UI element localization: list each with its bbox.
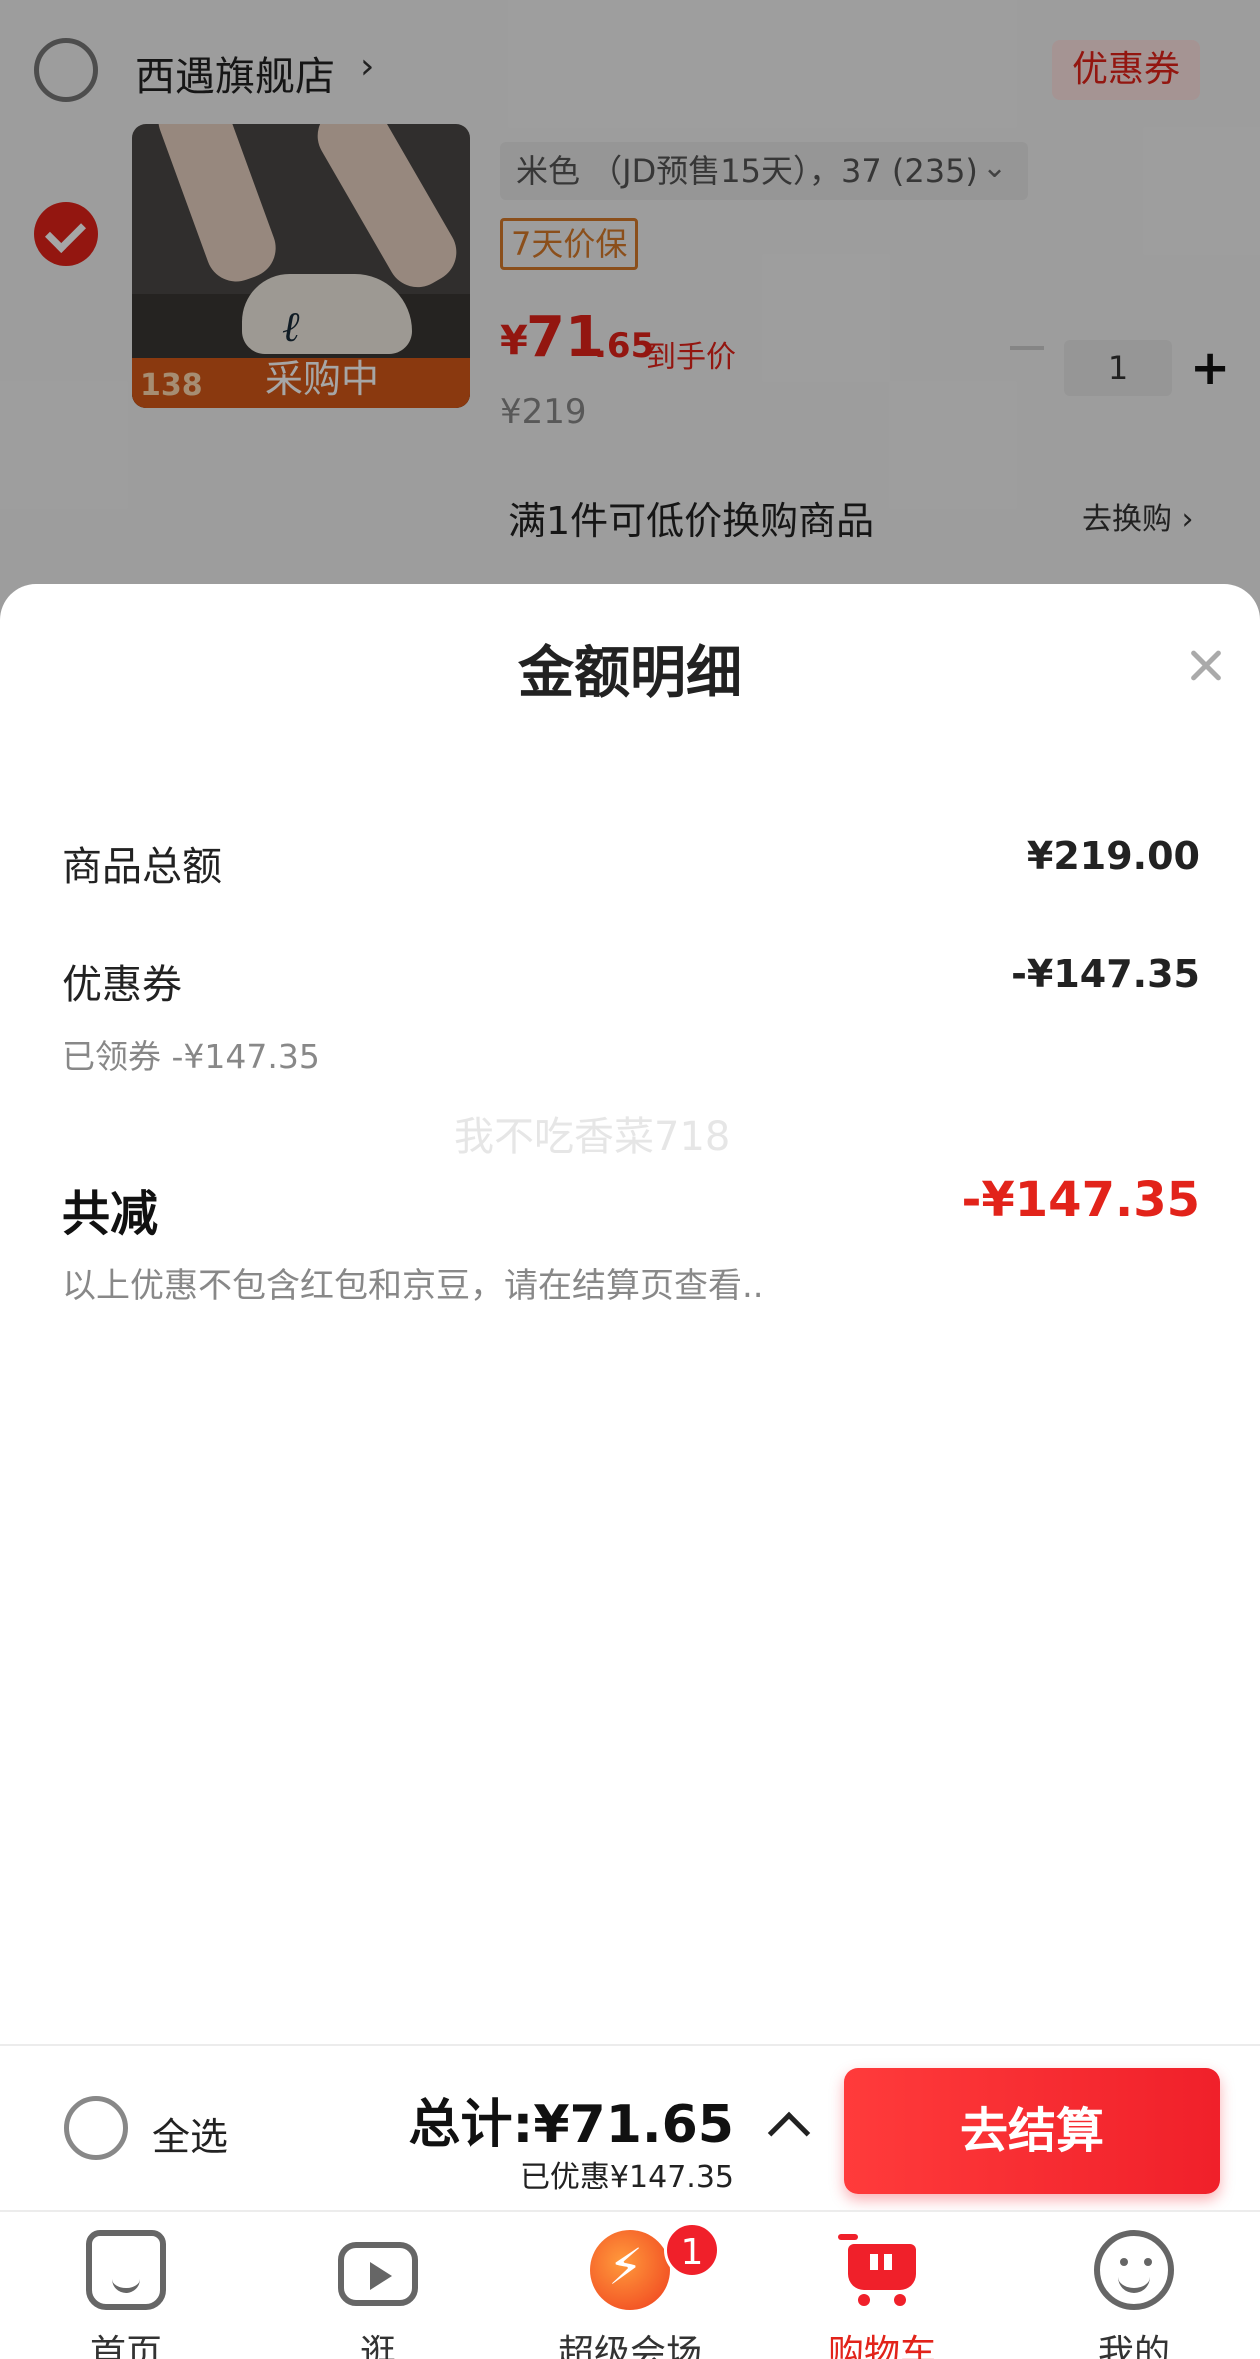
home-icon — [86, 2230, 166, 2310]
profile-icon — [1094, 2230, 1174, 2310]
coupon-sub-detail: 已领券 -¥147.35 — [62, 1037, 320, 1076]
tab-label: 购物车 — [827, 2333, 936, 2359]
close-icon[interactable] — [1180, 640, 1232, 692]
select-all-label[interactable]: 全选 — [152, 2106, 228, 2161]
bottom-tab-bar: 首页 逛 1 超级会场 购物车 我的 — [0, 2210, 1260, 2359]
coupon-label: 优惠券 — [62, 962, 182, 1008]
amount-detail-sheet: 金额明细 商品总额 ¥219.00 优惠券 -¥147.35 已领券 -¥147… — [0, 584, 1260, 2054]
video-icon — [338, 2242, 418, 2306]
tab-label: 逛 — [359, 2333, 396, 2359]
total-reduction-label: 共减 — [62, 1186, 159, 1242]
goods-total-value: ¥219.00 — [1026, 834, 1200, 878]
tab-label: 首页 — [89, 2333, 162, 2359]
checkout-bar: 全选 总计:¥71.65 已优惠¥147.35 去结算 — [0, 2044, 1260, 2210]
cart-wheel — [894, 2294, 906, 2306]
modal-overlay[interactable] — [0, 0, 1260, 640]
tab-home[interactable]: 首页 — [0, 2212, 252, 2359]
super-venue-icon — [590, 2230, 670, 2310]
checkout-button[interactable]: 去结算 — [844, 2068, 1220, 2194]
watermark: 我不吃香菜718 — [454, 1114, 731, 1160]
tab-label: 超级会场 — [557, 2333, 702, 2359]
tab-browse[interactable]: 逛 — [252, 2212, 504, 2359]
cart-handle — [838, 2234, 858, 2240]
sheet-title: 金额明细 — [518, 641, 742, 706]
goods-total-label: 商品总额 — [62, 844, 222, 890]
tab-cart[interactable]: 购物车 — [756, 2212, 1008, 2359]
reduction-note: 以上优惠不包含红包和京豆，请在结算页查看.. — [62, 1266, 764, 1306]
coupon-value: -¥147.35 — [1011, 952, 1200, 996]
tab-profile[interactable]: 我的 — [1008, 2212, 1260, 2359]
cart-basket — [848, 2244, 916, 2290]
saved-amount: 已优惠¥147.35 — [519, 2160, 734, 2195]
total-reduction-value: -¥147.35 — [961, 1172, 1200, 1228]
tab-super-venue[interactable]: 1 超级会场 — [504, 2212, 756, 2359]
select-all-radio[interactable] — [64, 2096, 128, 2160]
cart-wheel — [858, 2294, 870, 2306]
total-amount: 总计:¥71.65 — [408, 2095, 734, 2155]
chevron-up-icon[interactable] — [767, 2111, 811, 2155]
notification-badge: 1 — [664, 2222, 720, 2278]
cart-icon — [838, 2230, 922, 2310]
tab-label: 我的 — [1097, 2333, 1170, 2359]
